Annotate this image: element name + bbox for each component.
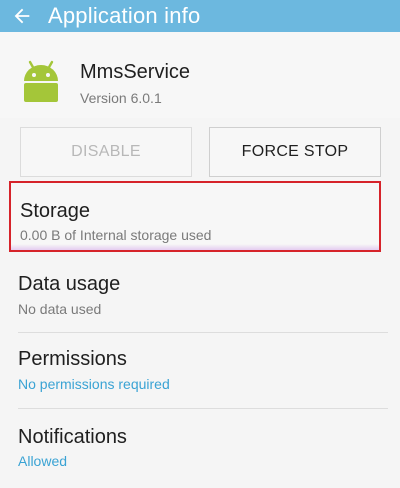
app-bar: Application info <box>0 0 400 32</box>
list-item-data-usage[interactable]: Data usage No data used <box>0 258 400 332</box>
application-info-screen: Application info MmsService Version 6.0.… <box>0 0 400 488</box>
data-usage-subtitle: No data used <box>18 301 102 317</box>
permissions-subtitle: No permissions required <box>18 376 170 392</box>
app-header: MmsService Version 6.0.1 <box>0 32 400 118</box>
permissions-title: Permissions <box>18 348 127 370</box>
back-button[interactable] <box>0 0 44 32</box>
list-item-storage[interactable]: Storage 0.00 B of Internal storage used <box>9 181 381 252</box>
arrow-left-icon <box>14 8 30 24</box>
page-title: Application info <box>48 3 201 28</box>
app-name: MmsService <box>80 61 191 83</box>
list-item-permissions[interactable]: Permissions No permissions required <box>0 333 400 407</box>
data-usage-title: Data usage <box>18 273 121 295</box>
highlight-shade <box>11 244 379 250</box>
force-stop-button[interactable]: FORCE STOP <box>209 127 381 177</box>
storage-title: Storage <box>20 200 91 222</box>
disable-button[interactable]: DISABLE <box>20 127 192 177</box>
android-icon <box>24 60 58 102</box>
notifications-title: Notifications <box>18 426 127 448</box>
list-item-notifications[interactable]: Notifications Allowed <box>0 409 400 488</box>
notifications-subtitle: Allowed <box>18 453 68 469</box>
storage-subtitle: 0.00 B of Internal storage used <box>20 227 212 243</box>
app-version: Version 6.0.1 <box>80 90 162 106</box>
